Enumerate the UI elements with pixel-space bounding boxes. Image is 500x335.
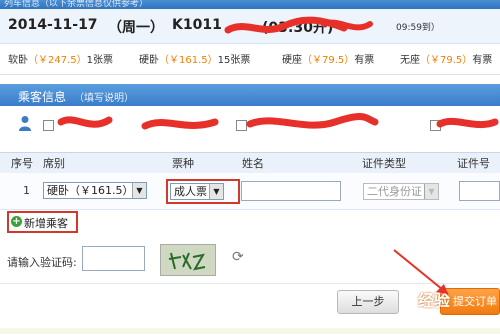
travel-date: 2014-11-17: [8, 17, 98, 33]
col-header-seat: 席别: [43, 157, 65, 170]
contact-checkbox[interactable]: [43, 120, 54, 131]
bottom-strip: [0, 328, 500, 334]
col-header-name: 姓名: [242, 157, 264, 170]
chevron-down-icon: ▼: [209, 184, 223, 199]
captcha-label: 请输入验证码:: [7, 256, 77, 269]
train-info-header: 列车信息（以下余票信息仅供参考）: [0, 0, 500, 9]
col-header-no: 序号: [11, 157, 33, 170]
redaction-scribble: [224, 16, 373, 34]
redaction-scribble: [57, 113, 499, 130]
passenger-info-header: 乘客信息 （填写说明）: [0, 84, 500, 106]
captcha-image[interactable]: [160, 244, 216, 276]
person-icon: [19, 116, 31, 131]
train-info-title: 列车信息（以下余票信息仅供参考）: [4, 0, 149, 9]
chevron-down-icon: ▼: [132, 183, 146, 198]
id-type-select[interactable]: 二代身份证 ▼: [363, 183, 439, 200]
chevron-down-icon: ▼: [424, 184, 438, 199]
train-number: K1011: [172, 17, 222, 33]
travel-weekday: （周一）: [108, 20, 164, 36]
add-passenger-link[interactable]: 新增乘客: [24, 215, 68, 231]
passenger-info-title: 乘客信息: [18, 90, 67, 104]
col-header-id-type: 证件类型: [362, 157, 406, 170]
seat-hard-sleeper: 硬卧（￥161.5）15张票: [139, 55, 251, 66]
refresh-icon[interactable]: ⟳: [232, 249, 244, 265]
seat-soft-sleeper: 软卧（￥247.5）1张票: [8, 55, 114, 66]
row-number: 1: [23, 184, 30, 197]
id-number-input[interactable]: [459, 181, 500, 201]
col-header-ticket-type: 票种: [172, 157, 194, 170]
seat-select[interactable]: 硬卧（￥161.5） ▼: [43, 182, 147, 199]
ticket-type-select[interactable]: 成人票 ▼: [170, 183, 224, 200]
seat-no-seat: 无座（￥79.5）有票: [400, 55, 493, 66]
pointer-arrow: [393, 249, 449, 295]
seat-hard-seat: 硬座（￥79.5）有票: [282, 55, 375, 66]
plus-icon[interactable]: +: [11, 216, 22, 227]
captcha-input[interactable]: [82, 246, 145, 271]
arrival-time: 09:59到）: [396, 23, 440, 33]
fill-instructions-link[interactable]: （填写说明）: [74, 89, 134, 104]
name-input[interactable]: [241, 181, 341, 201]
